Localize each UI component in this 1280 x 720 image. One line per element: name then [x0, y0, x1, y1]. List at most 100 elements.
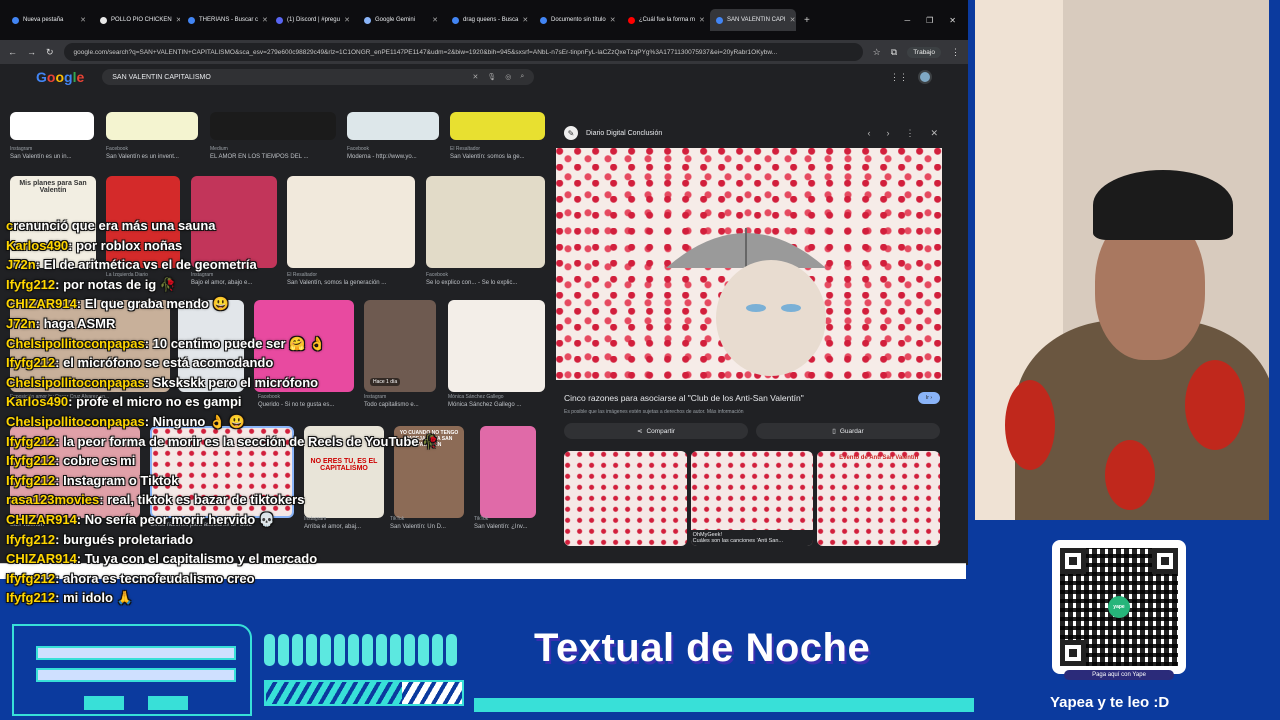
chat-message: CHIZAR914: No sería peor morir hervido 💀: [6, 510, 486, 530]
lens-icon[interactable]: ◎: [505, 73, 511, 81]
forward-icon[interactable]: →: [27, 47, 36, 57]
chat-username: Ifyfg212: [6, 276, 56, 292]
result-caption[interactable]: Medium EL AMOR EN LOS TIEMPOS DEL ...: [210, 146, 336, 160]
tab-label: ¿Cuál fue la forma m: [639, 17, 696, 23]
tab-close-icon[interactable]: ✕: [176, 16, 180, 24]
search-icon[interactable]: ⌕: [520, 73, 524, 81]
result-image[interactable]: [480, 426, 536, 518]
decorative-pill: [362, 634, 373, 666]
tab-close-icon[interactable]: ✕: [344, 16, 350, 24]
webcam-feed: [975, 0, 1269, 520]
tab-nueva-pestana[interactable]: Nueva pestaña ✕: [6, 9, 92, 31]
tab-label: Google Gemini: [375, 17, 416, 23]
chat-username: Ifyfg212: [6, 531, 56, 547]
tab-close-icon[interactable]: ✕: [699, 16, 705, 24]
chat-message: CHIZAR914: Tu ya con el capitalismo y el…: [6, 549, 486, 569]
clear-icon[interactable]: ✕: [472, 73, 478, 81]
search-input[interactable]: SAN VALENTIN CAPITALISMO ✕ 🎙 ◎ ⌕: [102, 69, 535, 85]
save-button[interactable]: ▯ Guardar: [756, 423, 940, 439]
tab-drag-queens[interactable]: drag queens - Busca ✕: [446, 9, 532, 31]
tab-discord[interactable]: (1) Discord | #pregu ✕: [270, 9, 356, 31]
close-window-icon[interactable]: ✕: [949, 16, 956, 25]
show-title: Textual de Noche: [534, 626, 871, 670]
minimize-icon[interactable]: ─: [904, 16, 910, 25]
chat-text: : El de aritmética vs el de geometría: [35, 257, 257, 273]
result-image[interactable]: [347, 112, 439, 140]
profile-chip[interactable]: Trabajo: [907, 46, 941, 58]
close-icon[interactable]: ✕: [930, 128, 938, 139]
tab-close-icon[interactable]: ✕: [522, 16, 528, 24]
tab-label: drag queens - Busca: [463, 17, 519, 23]
decorative-pill: [418, 634, 429, 666]
tab-san-valentin[interactable]: SAN VALENTIN CAPI ✕: [710, 9, 796, 31]
tab-close-icon[interactable]: ✕: [80, 16, 86, 24]
new-tab-icon[interactable]: +: [804, 15, 810, 26]
extensions-icon[interactable]: ⧉: [891, 47, 897, 58]
chat-text: : haga ASMR: [35, 315, 116, 331]
mic-icon[interactable]: 🎙: [487, 73, 496, 81]
url-field[interactable]: google.com/search?q=SAN+VALENTIN+CAPITAL…: [63, 43, 863, 61]
related-image[interactable]: Evento de Anti San Valentín: [817, 451, 941, 546]
chat-message: J72n: El de aritmética vs el de geometrí…: [6, 255, 486, 275]
chat-text: : 10 centimo puede ser 🤗 👌: [144, 335, 326, 351]
related-images: OhMyGeek! Cuáles son las canciones 'Anti …: [556, 439, 948, 546]
chat-text: : por roblox noñas: [68, 237, 183, 253]
share-button[interactable]: ⋖ Compartir: [564, 423, 748, 439]
chat-username: Ifyfg212: [6, 590, 56, 606]
apps-grid-icon[interactable]: ⋮⋮: [890, 72, 908, 83]
result-caption[interactable]: Instagram San Valentín es un in...: [10, 146, 94, 160]
bookmark-star-icon[interactable]: ☆: [873, 47, 881, 58]
grumpy-cat-umbrella-illustration: [666, 228, 826, 376]
chat-username: CHIZAR914: [6, 511, 77, 527]
tab-close-icon[interactable]: ✕: [610, 16, 616, 24]
maximize-icon[interactable]: ❐: [926, 16, 933, 25]
chevron-left-icon[interactable]: ‹: [867, 128, 870, 139]
menu-kebab-icon[interactable]: ⋮: [951, 47, 960, 58]
search-query: SAN VALENTIN CAPITALISMO: [112, 73, 211, 81]
result-caption[interactable]: Facebook Moderna - http://www.yo...: [347, 146, 439, 160]
tab-youtube[interactable]: ¿Cuál fue la forma m ✕: [622, 9, 708, 31]
chat-message: Ifyfg212: por notas de ig 🥀: [6, 275, 486, 295]
chat-text: : burgués proletariado: [55, 531, 194, 547]
chat-username: Ifyfg212: [6, 355, 56, 371]
related-image[interactable]: [564, 451, 687, 546]
tab-favicon-icon: [12, 16, 19, 24]
preview-title[interactable]: Cinco razones para asociarse al "Club de…: [564, 393, 804, 403]
avatar[interactable]: [918, 70, 932, 84]
tab-therians[interactable]: THERIANS - Buscar c ✕: [182, 9, 268, 31]
tab-label: THERIANS - Buscar c: [199, 17, 259, 23]
related-image[interactable]: OhMyGeek! Cuáles son las canciones 'Anti …: [690, 451, 814, 546]
preview-source[interactable]: Diario Digital Conclusión: [586, 130, 662, 137]
chat-text: : mi idolo 🙏: [55, 590, 133, 606]
result-image[interactable]: [10, 112, 94, 140]
chevron-right-icon[interactable]: ›: [886, 128, 889, 139]
tab-documento[interactable]: Documento sin título ✕: [534, 9, 620, 31]
result-image[interactable]: [106, 112, 198, 140]
more-icon[interactable]: ⋮: [905, 128, 914, 139]
result-caption[interactable]: El Resaltador San Valentín: somos la ge..…: [450, 146, 545, 160]
visit-button[interactable]: Ir ›: [917, 392, 940, 404]
google-logo[interactable]: Google: [36, 69, 84, 85]
result-image[interactable]: [450, 112, 545, 140]
tab-close-icon[interactable]: ✕: [432, 16, 438, 24]
google-header: Google SAN VALENTIN CAPITALISMO ✕ 🎙 ◎ ⌕ ⋮⋮: [0, 64, 968, 90]
preview-image[interactable]: [556, 148, 942, 380]
preview-header: ✎ Diario Digital Conclusión ‹ › ⋮ ✕: [556, 118, 948, 148]
chat-message: Ifyfg212: Instagram o Tiktok: [6, 471, 486, 491]
tab-pollo-pio[interactable]: POLLO PIO CHICKEN ✕: [94, 9, 180, 31]
more-info-link[interactable]: Más información: [707, 409, 744, 415]
result-image[interactable]: [210, 112, 336, 140]
chat-username: CHIZAR914: [6, 296, 77, 312]
chat-text: : Instagram o Tiktok: [55, 472, 179, 488]
chat-text: : el micrófono se está acomodando: [55, 355, 274, 371]
qr-caption: Paga aquí con Yape: [1064, 670, 1174, 680]
tab-close-icon[interactable]: ✕: [262, 16, 268, 24]
chat-username: Ifyfg212: [6, 433, 56, 449]
tab-gemini[interactable]: Google Gemini ✕: [358, 9, 444, 31]
tab-close-icon[interactable]: ✕: [790, 16, 796, 24]
reload-icon[interactable]: ↻: [46, 47, 54, 58]
back-icon[interactable]: ←: [8, 47, 17, 57]
chat-text: : Ninguno 👌 😃: [144, 413, 245, 429]
result-caption[interactable]: Facebook San Valentín es un invent...: [106, 146, 198, 160]
bookmark-icon: ▯: [832, 428, 836, 435]
